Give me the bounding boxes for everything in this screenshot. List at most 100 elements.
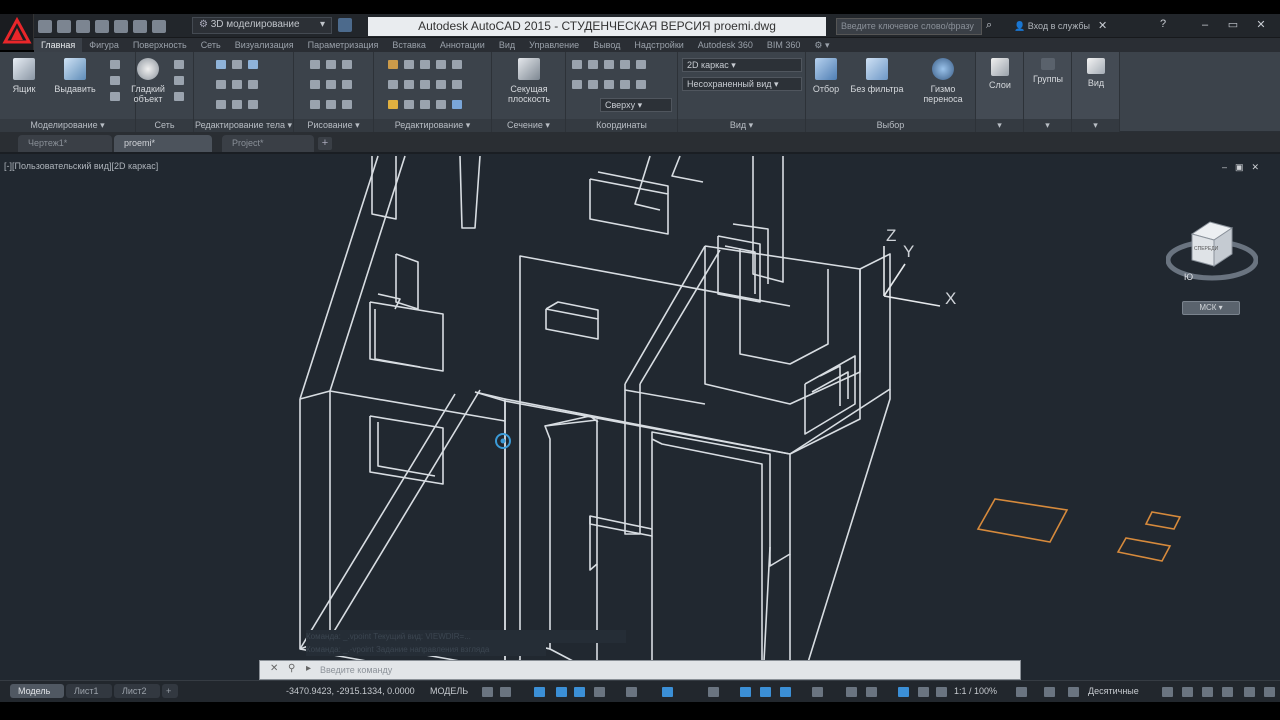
clean-screen-icon[interactable] — [1244, 687, 1255, 697]
units-icon[interactable] — [1068, 687, 1079, 697]
erase-icon[interactable] — [388, 100, 398, 109]
offset-icon[interactable] — [420, 100, 430, 109]
isolate-objects-icon[interactable] — [1202, 687, 1213, 697]
thicken-icon[interactable] — [248, 100, 258, 109]
drawing-viewport[interactable]: [-][Пользовательский вид][2D каркас] – ▣… — [0, 152, 1280, 682]
polyline-icon[interactable] — [310, 60, 320, 69]
3d-move-icon[interactable] — [436, 60, 446, 69]
ucs-view-icon[interactable] — [636, 80, 646, 89]
help-icon[interactable]: ? — [1160, 18, 1166, 30]
grid-icon[interactable] — [482, 687, 493, 697]
3d-rotate-icon[interactable] — [452, 60, 462, 69]
gizmo-move-icon[interactable] — [420, 60, 430, 69]
smooth-object-button[interactable]: Гладкий объект — [128, 58, 168, 104]
fillet-edge-icon[interactable] — [232, 80, 242, 89]
tab-annotate[interactable]: Аннотации — [433, 38, 492, 52]
presspull-icon[interactable] — [110, 76, 120, 85]
tab-mesh[interactable]: Сеть — [194, 38, 228, 52]
separate-icon[interactable] — [248, 60, 258, 69]
hatch-icon[interactable] — [326, 100, 336, 109]
align-icon[interactable] — [420, 80, 430, 89]
selection-filter-icon[interactable] — [846, 687, 857, 697]
tab-addins[interactable]: Надстройки — [627, 38, 690, 52]
slice-icon[interactable] — [232, 100, 242, 109]
gizmo-status-icon[interactable] — [866, 687, 877, 697]
ellipse-icon[interactable] — [310, 100, 320, 109]
named-view-select[interactable]: Несохраненный вид ▾ — [682, 77, 802, 91]
cmd-close-icon[interactable]: ✕ — [270, 663, 278, 674]
annotation-scale-icon[interactable] — [936, 687, 947, 697]
layers-button[interactable]: Слои — [980, 58, 1020, 90]
maximize-icon[interactable]: ▭ — [1224, 17, 1242, 33]
groups-button[interactable]: Группы — [1028, 58, 1068, 84]
save-as-icon[interactable] — [95, 19, 109, 33]
tab-options[interactable]: ⚙ ▾ — [807, 38, 836, 52]
layout-tab-sheet2[interactable]: Лист2 — [114, 684, 160, 698]
minimize-icon[interactable]: – — [1196, 17, 1214, 33]
ucs-x-icon[interactable] — [604, 60, 614, 69]
cmd-settings-icon[interactable]: ⚲ — [288, 663, 295, 674]
copy-icon[interactable] — [388, 80, 398, 89]
plot-icon[interactable] — [114, 19, 128, 33]
trim-icon[interactable] — [436, 100, 446, 109]
tab-insert[interactable]: Вставка — [385, 38, 432, 52]
smooth-less-icon[interactable] — [174, 76, 184, 85]
open-icon[interactable] — [57, 19, 71, 33]
section-plane-button[interactable]: Секущая плоскость — [500, 58, 558, 104]
workspace-select[interactable]: ⚙ 3D моделирование ▾ — [192, 17, 332, 34]
extrude-faces-icon[interactable] — [232, 60, 242, 69]
snap-icon[interactable] — [500, 687, 511, 697]
polysolid-icon[interactable] — [110, 60, 120, 69]
new-tab-icon[interactable]: + — [318, 137, 332, 150]
viewcube-face-front[interactable]: СПЕРЕДИ — [1194, 246, 1218, 252]
view-button[interactable]: Вид — [1076, 58, 1116, 88]
redo-icon[interactable] — [152, 19, 166, 33]
save-icon[interactable] — [76, 19, 90, 33]
quick-properties-icon[interactable] — [1162, 687, 1173, 697]
tab-autodesk360[interactable]: Autodesk 360 — [691, 38, 760, 52]
close-icon[interactable]: ✕ — [1252, 17, 1270, 33]
box-button[interactable]: Ящик — [6, 58, 42, 94]
move-icon[interactable] — [388, 60, 398, 69]
interfere-icon[interactable] — [216, 100, 226, 109]
rectangle-icon[interactable] — [342, 80, 352, 89]
osnap-icon[interactable] — [662, 687, 673, 697]
circle-icon[interactable] — [342, 60, 352, 69]
workspace-switch-icon[interactable] — [1016, 687, 1027, 697]
array-icon[interactable] — [452, 80, 462, 89]
annotation-scale-value[interactable]: 1:1 / 100% — [954, 686, 997, 696]
tab-solid[interactable]: Фигура — [82, 38, 126, 52]
tab-view[interactable]: Вид — [492, 38, 522, 52]
tab-home[interactable]: Главная — [34, 38, 83, 52]
layout-tab-sheet1[interactable]: Лист1 — [66, 684, 112, 698]
extract-edges-icon[interactable] — [216, 60, 226, 69]
polar-icon[interactable] — [574, 687, 585, 697]
annotation-visibility-icon[interactable] — [898, 687, 909, 697]
ucs-select[interactable]: Сверху ▾ — [600, 98, 672, 112]
taper-faces-icon[interactable] — [248, 80, 258, 89]
file-tab-project[interactable]: Project* — [222, 135, 314, 152]
tab-manage[interactable]: Управление — [522, 38, 586, 52]
ucs-face-icon[interactable] — [620, 80, 630, 89]
refine-mesh-icon[interactable] — [174, 92, 184, 101]
object-snap-tracking-icon[interactable] — [626, 687, 637, 697]
coordinates-display[interactable]: -3470.9423, -2915.1334, 0.0000 — [286, 686, 415, 696]
ucs-icon[interactable] — [572, 60, 582, 69]
search-input[interactable]: Введите ключевое слово/фразу — [836, 18, 982, 35]
union-icon[interactable] — [110, 92, 120, 101]
hardware-acceleration-icon[interactable] — [1222, 687, 1233, 697]
extrude-button[interactable]: Выдавить — [50, 58, 100, 94]
model-space-button[interactable]: МОДЕЛЬ — [430, 686, 468, 696]
search-icon[interactable]: ⌕ — [986, 19, 992, 32]
share-icon[interactable] — [338, 18, 352, 32]
ucs-origin-icon[interactable] — [588, 60, 598, 69]
line-icon[interactable] — [326, 60, 336, 69]
autoscale-icon[interactable] — [918, 687, 929, 697]
wcs-menu[interactable]: МСК ▾ — [1182, 301, 1240, 315]
smooth-more-icon[interactable] — [174, 60, 184, 69]
isodraft-icon[interactable] — [594, 687, 605, 697]
scale-icon[interactable] — [436, 80, 446, 89]
new-icon[interactable] — [38, 19, 52, 33]
ucs-y-icon[interactable] — [620, 60, 630, 69]
selection-cycling-icon[interactable] — [760, 687, 771, 697]
